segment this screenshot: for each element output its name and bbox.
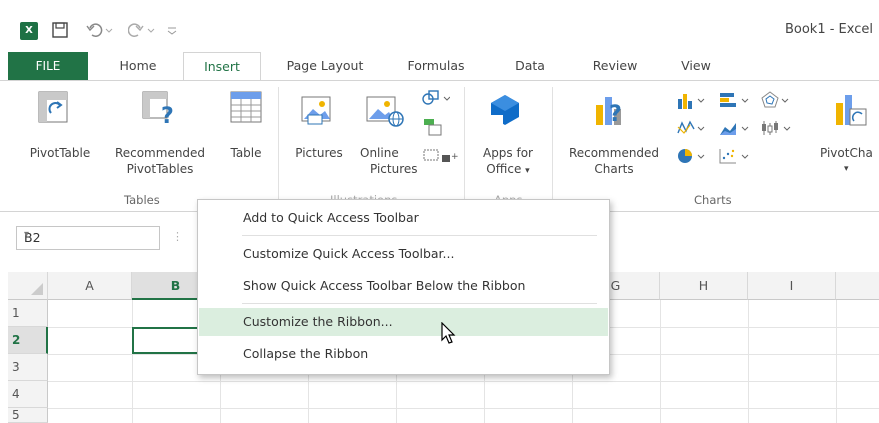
customize-qat-icon[interactable] <box>166 22 178 40</box>
online-pictures-icon <box>365 93 405 130</box>
tab-review[interactable]: Review <box>580 52 650 80</box>
menu-separator <box>242 303 597 304</box>
screenshot-icon[interactable]: + <box>422 147 459 170</box>
undo-icon[interactable] <box>86 22 114 40</box>
recommended-charts-button[interactable]: Recommended Charts <box>556 145 672 177</box>
svg-text:+: + <box>451 152 458 162</box>
recommended-charts-label-2: Charts <box>594 162 634 176</box>
column-chart-icon[interactable] <box>676 91 716 112</box>
ribbon: PivotTable ? Recommended PivotTables Tab… <box>0 80 879 212</box>
scatter-chart-icon[interactable] <box>718 147 758 168</box>
pivotchart-button[interactable]: PivotCha ▾ <box>816 145 879 177</box>
menu-item-add-to-qat[interactable]: Add to Quick Access Toolbar <box>199 204 608 232</box>
grid-line <box>748 300 749 423</box>
stock-chart-icon[interactable] <box>760 119 800 140</box>
menu-item-customize-ribbon[interactable]: Customize the Ribbon... <box>199 308 608 336</box>
pivotchart-label: PivotCha <box>820 146 873 160</box>
row-header-1[interactable]: 1 <box>8 300 48 327</box>
recommended-charts-label-1: Recommended <box>568 146 660 160</box>
apps-for-office-label-2-text: Office <box>486 162 522 176</box>
excel-app-icon[interactable]: X <box>20 22 38 40</box>
window-title: Book1 - Excel <box>784 22 873 37</box>
online-pictures-label-2: Pictures <box>370 162 418 176</box>
shapes-icon[interactable] <box>420 89 451 110</box>
select-all-corner[interactable] <box>8 272 48 300</box>
dropdown-arrow-icon: ▾ <box>844 164 849 174</box>
apps-for-office-icon <box>488 93 522 130</box>
name-box[interactable]: B2 ▾ <box>16 226 160 250</box>
bar-chart-icon[interactable] <box>718 91 758 112</box>
radar-chart-icon[interactable] <box>760 91 800 112</box>
pivottable-icon <box>38 91 68 126</box>
ribbon-tabs: FILE Home Insert Page Layout Formulas Da… <box>0 52 879 82</box>
svg-text:?: ? <box>161 104 174 125</box>
row-header-3[interactable]: 3 <box>8 354 48 381</box>
apps-for-office-button[interactable]: Apps for Office ▾ <box>472 145 544 179</box>
svg-text:?: ? <box>609 102 622 127</box>
tab-file[interactable]: FILE <box>8 52 88 80</box>
redo-icon[interactable] <box>127 22 156 40</box>
title-bar: X Book1 - Excel <box>0 0 879 52</box>
recommended-pivottables-icon: ? <box>142 91 176 129</box>
save-icon[interactable] <box>52 22 68 40</box>
recommended-charts-icon: ? <box>594 91 628 130</box>
dropdown-arrow-icon: ▾ <box>525 166 530 176</box>
recommended-pivottables-label-1: Recommended <box>114 146 206 160</box>
pie-chart-icon[interactable] <box>676 147 716 168</box>
smartart-icon[interactable] <box>422 117 444 140</box>
menu-item-show-qat-below[interactable]: Show Quick Access Toolbar Below the Ribb… <box>199 272 608 300</box>
line-chart-icon[interactable] <box>676 119 716 140</box>
pictures-button[interactable]: Pictures <box>288 145 350 161</box>
table-button[interactable]: Table <box>222 145 270 161</box>
group-label-charts: Charts <box>694 193 732 207</box>
context-menu: Add to Quick Access Toolbar Customize Qu… <box>197 199 610 375</box>
recommended-pivottables-label-2: PivotTables <box>126 162 194 176</box>
column-header-i[interactable]: I <box>748 272 836 300</box>
tab-home[interactable]: Home <box>108 52 168 80</box>
column-header-a[interactable]: A <box>48 272 132 300</box>
menu-item-customize-qat[interactable]: Customize Quick Access Toolbar... <box>199 240 608 268</box>
row-header-4[interactable]: 4 <box>8 381 48 408</box>
menu-separator <box>242 235 597 236</box>
grid-line <box>836 300 837 423</box>
tab-view[interactable]: View <box>668 52 724 80</box>
apps-for-office-label-2: Office ▾ <box>472 161 544 179</box>
tab-data[interactable]: Data <box>500 52 560 80</box>
pictures-icon <box>300 93 336 128</box>
row-header-2[interactable]: 2 <box>8 327 48 354</box>
row-header-5[interactable]: 5 <box>8 408 48 423</box>
tab-insert[interactable]: Insert <box>183 52 261 82</box>
grid-line <box>660 300 661 423</box>
apps-for-office-label-1: Apps for <box>482 146 533 160</box>
table-icon <box>230 91 262 126</box>
group-separator <box>552 87 553 199</box>
recommended-pivottables-button[interactable]: Recommended PivotTables <box>100 145 220 177</box>
online-pictures-label-1: Online <box>360 146 399 160</box>
formula-bar-grip-icon: ⋮ <box>172 230 183 243</box>
tab-formulas[interactable]: Formulas <box>395 52 477 80</box>
mouse-pointer-icon <box>441 321 457 349</box>
chevron-down-icon[interactable]: ▾ <box>24 229 155 240</box>
column-header-h[interactable]: H <box>660 272 748 300</box>
column-header-next[interactable] <box>836 272 879 300</box>
area-chart-icon[interactable] <box>718 119 758 140</box>
pivottable-button[interactable]: PivotTable <box>20 145 100 161</box>
menu-item-collapse-ribbon[interactable]: Collapse the Ribbon <box>199 340 608 368</box>
tab-page-layout[interactable]: Page Layout <box>270 52 380 80</box>
group-label-tables: Tables <box>124 193 160 207</box>
online-pictures-button[interactable]: Online Pictures <box>350 145 428 177</box>
group-separator <box>464 87 465 199</box>
grid-line <box>48 381 879 382</box>
pivotchart-icon <box>834 91 868 130</box>
grid-line <box>132 300 133 423</box>
grid-line <box>48 408 879 409</box>
group-separator <box>278 87 279 199</box>
